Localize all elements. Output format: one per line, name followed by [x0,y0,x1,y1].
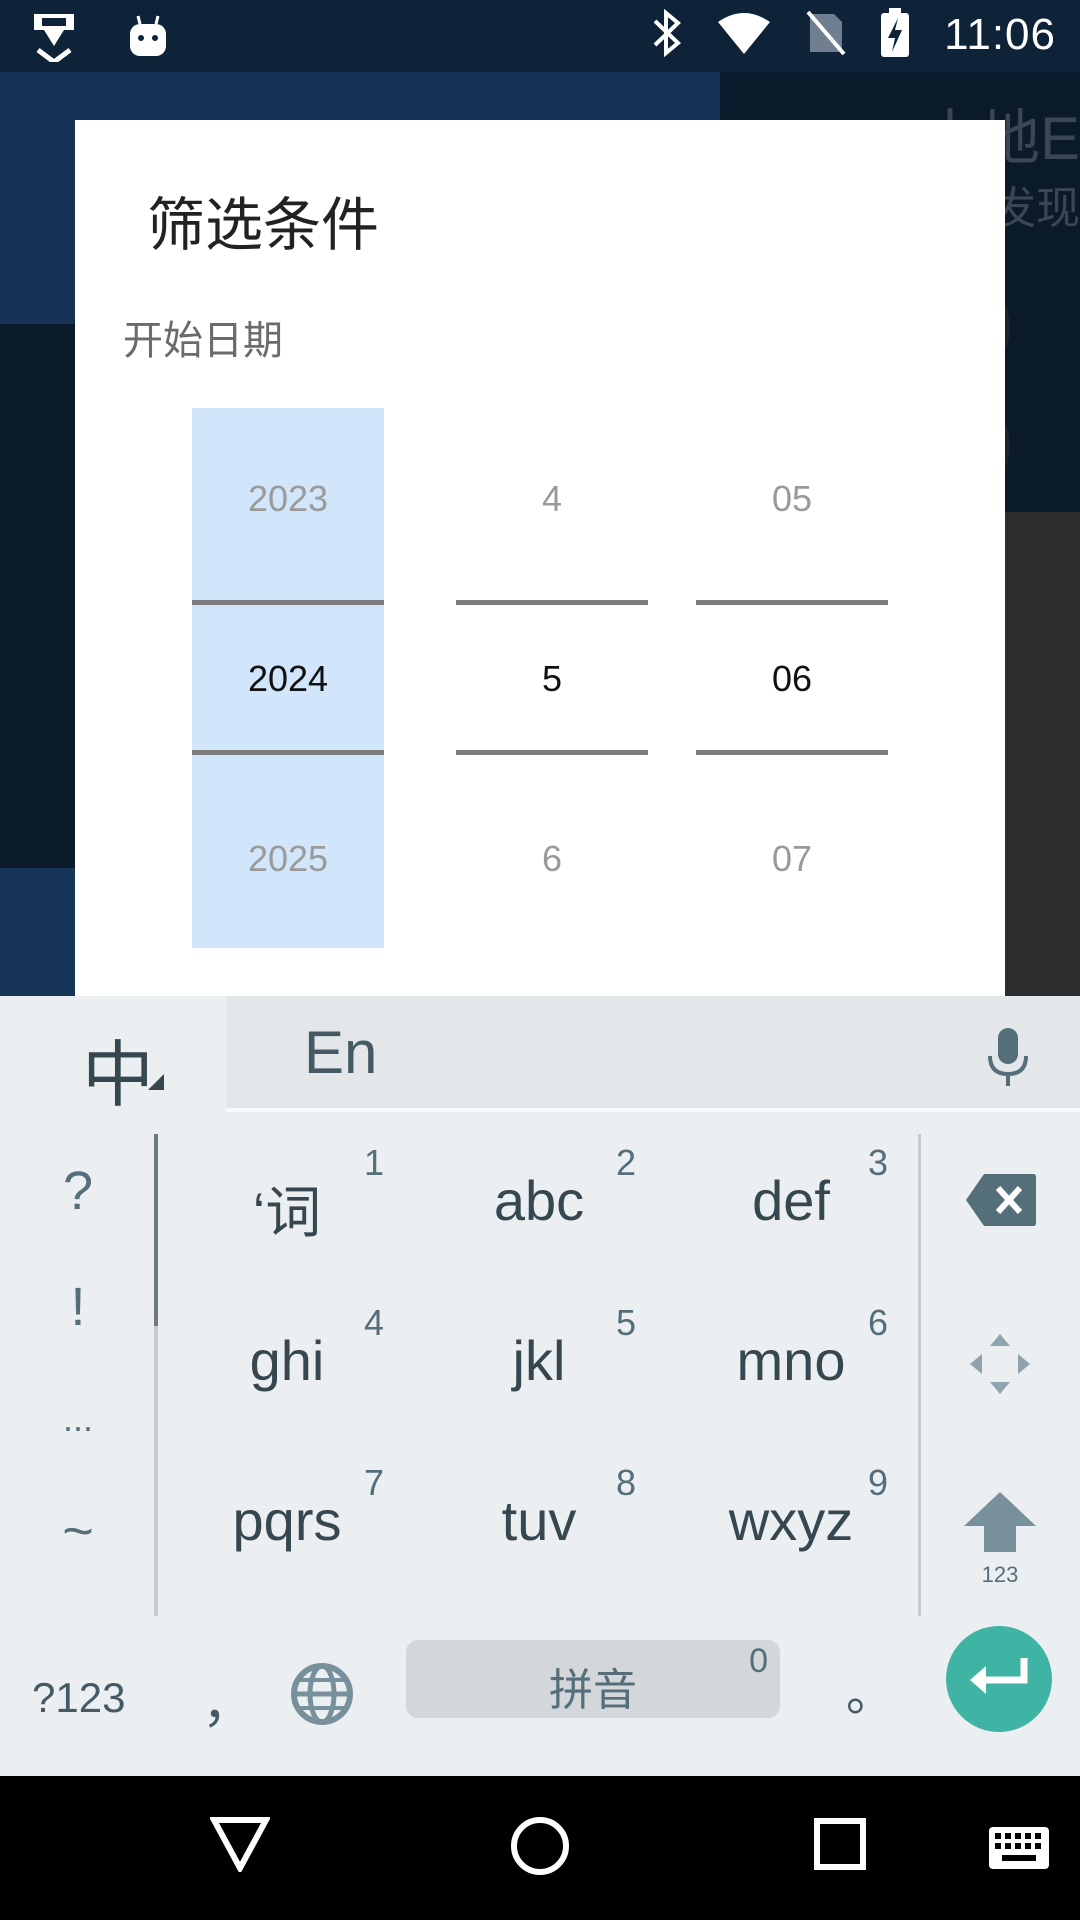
key-3-def[interactable]: def 3 [666,1134,916,1294]
question-key[interactable]: ? [0,1160,156,1222]
navigation-bar [0,1776,1080,1920]
year-picker[interactable]: 2023 2024 2025 [192,408,384,948]
keyboard-switch-icon[interactable] [988,1826,1050,1874]
year-prev[interactable]: 2023 [192,478,384,520]
month-prev[interactable]: 4 [456,478,648,520]
start-date-label: 开始日期 [123,318,283,364]
backspace-icon[interactable] [964,1172,1038,1232]
cursor-move-icon[interactable] [968,1332,1032,1400]
picker-divider [696,600,888,605]
battery-charging-icon [880,8,910,62]
exclamation-key[interactable]: ! [0,1276,156,1338]
english-toggle[interactable]: En [304,1018,377,1087]
key-2-abc[interactable]: abc 2 [414,1134,664,1294]
key-number: 6 [867,1302,888,1343]
year-next[interactable]: 2025 [192,838,384,880]
key-6-mno[interactable]: mno 6 [666,1294,916,1454]
key-9-wxyz[interactable]: wxyz 9 [666,1454,916,1614]
key-number: 7 [363,1462,384,1503]
clock: 11:06 [944,10,1056,59]
recents-icon[interactable] [814,1818,866,1874]
download-app-icon [28,10,80,66]
language-switch-key[interactable]: 中 [0,996,226,1117]
candidate-bar: En [226,996,1080,1112]
key-8-tuv[interactable]: tuv 8 [414,1454,664,1614]
shift-123-label: 123 [981,1562,1019,1587]
month-current[interactable]: 5 [456,658,648,700]
key-number: 4 [363,1302,384,1343]
month-next[interactable]: 6 [456,838,648,880]
day-next[interactable]: 07 [696,838,888,880]
picker-divider [696,750,888,755]
function-column: 123 [920,1134,1080,1616]
picker-divider [192,750,384,755]
keyboard-bottom-row: ?123 ， 拼音 0 。 [0,1620,1080,1776]
home-icon[interactable] [510,1816,570,1880]
key-4-ghi[interactable]: ghi 4 [162,1294,412,1454]
language-key-label: 中 [82,1033,155,1117]
globe-icon[interactable] [290,1662,354,1730]
status-bar: 11:06 [0,0,1080,72]
ime-keyboard: 中 En ? ! ... ~ ‘词 1 abc 2 def 3 ghi 4 jk… [0,996,1080,1776]
bluetooth-icon [652,8,682,61]
shift-arrow-icon[interactable] [962,1492,1038,1556]
filter-dialog: 筛选条件 开始日期 2023 2024 2025 4 5 6 05 06 07 [75,120,1005,1000]
symbols-key[interactable]: ?123 [32,1674,125,1722]
picker-divider [456,600,648,605]
space-number: 0 [749,1642,768,1680]
space-key[interactable]: 拼音 0 [406,1640,780,1718]
picker-divider [192,600,384,605]
period-key[interactable]: 。 [846,1654,894,1724]
month-picker[interactable]: 4 5 6 [456,408,648,948]
day-current[interactable]: 06 [696,658,888,700]
space-label: 拼音 [549,1665,637,1716]
key-7-pqrs[interactable]: pqrs 7 [162,1454,412,1614]
day-picker[interactable]: 05 06 07 [696,408,888,948]
key-number: 1 [363,1142,384,1183]
background-subtitle: 发现 [992,183,1080,234]
no-sim-icon [806,10,846,60]
key-number: 3 [867,1142,888,1183]
key-1-word[interactable]: ‘词 1 [162,1134,412,1294]
ellipsis-key[interactable]: ... [0,1398,156,1440]
key-number: 9 [867,1462,888,1503]
tilde-key[interactable]: ~ [0,1500,156,1562]
android-notification-icon [128,14,168,62]
symbol-scrollbar [154,1134,158,1616]
key-5-jkl[interactable]: jkl 5 [414,1294,664,1454]
key-number: 8 [615,1462,636,1503]
dialog-title: 筛选条件 [147,191,380,259]
wifi-icon [716,12,772,58]
back-icon[interactable] [208,1816,272,1876]
key-number: 2 [615,1142,636,1183]
enter-icon [968,1656,1030,1706]
microphone-icon[interactable] [986,1028,1030,1092]
language-menu-indicator [148,1074,164,1090]
year-current[interactable]: 2024 [192,658,384,700]
symbol-column[interactable]: ? ! ... ~ [0,1136,156,1616]
comma-key[interactable]: ， [202,1662,254,1737]
day-prev[interactable]: 05 [696,478,888,520]
picker-divider [456,750,648,755]
enter-key[interactable] [946,1626,1052,1732]
key-number: 5 [615,1302,636,1343]
